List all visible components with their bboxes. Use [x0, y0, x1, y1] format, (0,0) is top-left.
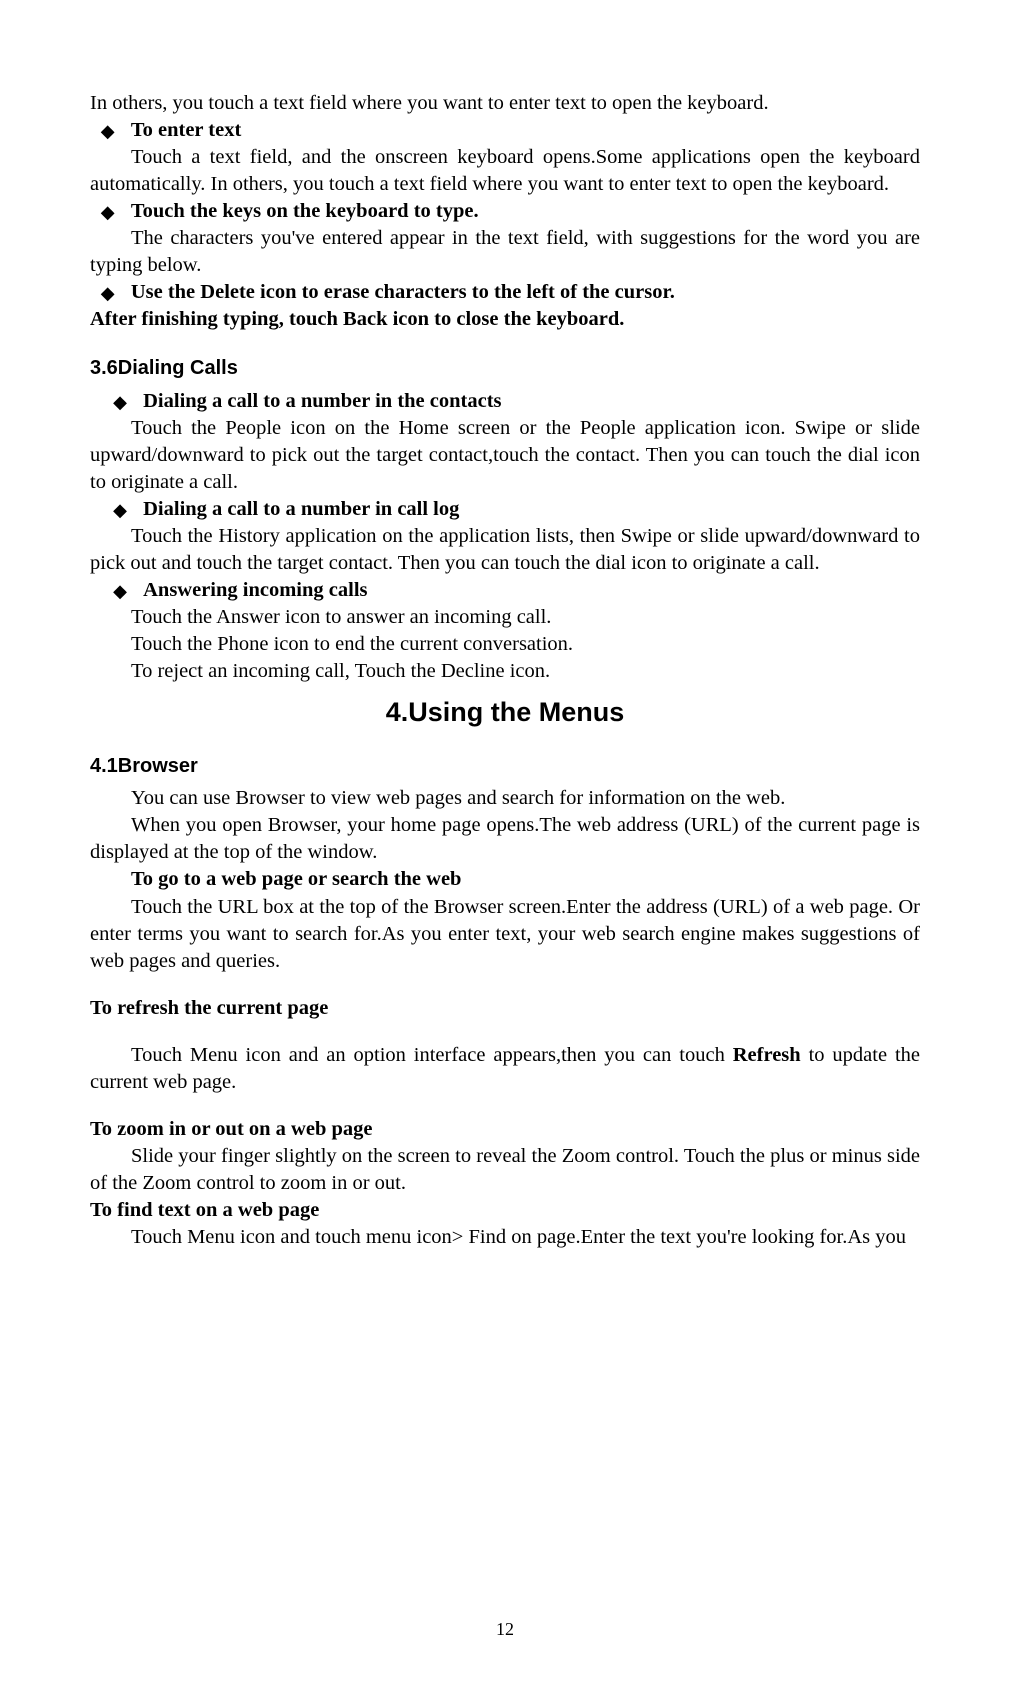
- bullet-dial-call-log: ◆ Dialing a call to a number in call log: [102, 496, 920, 523]
- heading-refresh: To refresh the current page: [90, 995, 920, 1022]
- bullet-to-enter-text: ◆ To enter text: [90, 117, 920, 144]
- diamond-icon: ◆: [101, 284, 115, 302]
- answering-line-3: To reject an incoming call, Touch the De…: [90, 658, 920, 685]
- page-number: 12: [0, 1618, 1010, 1642]
- page-content: In others, you touch a text field where …: [90, 90, 920, 1251]
- body-dial-contacts: Touch the People icon on the Home screen…: [90, 415, 920, 496]
- browser-intro-1: You can use Browser to view web pages an…: [90, 785, 920, 812]
- body-find-text: Touch Menu icon and touch menu icon> Fin…: [90, 1224, 920, 1251]
- refresh-pre: Touch Menu icon and an option interface …: [131, 1044, 733, 1066]
- bullet-touch-keys: ◆ Touch the keys on the keyboard to type…: [90, 198, 920, 225]
- diamond-icon: ◆: [113, 582, 127, 600]
- intro-paragraph: In others, you touch a text field where …: [90, 90, 920, 117]
- bullet-delete-icon: ◆ Use the Delete icon to erase character…: [90, 279, 920, 306]
- diamond-icon: ◆: [101, 203, 115, 221]
- heading-zoom: To zoom in or out on a web page: [90, 1116, 920, 1143]
- browser-intro-2: When you open Browser, your home page op…: [90, 812, 920, 866]
- body-refresh: Touch Menu icon and an option interface …: [90, 1042, 920, 1096]
- answering-line-1: Touch the Answer icon to answer an incom…: [90, 604, 920, 631]
- heading-delete-icon: Use the Delete icon to erase characters …: [131, 279, 675, 306]
- heading-dial-contacts: Dialing a call to a number in the contac…: [143, 388, 501, 415]
- refresh-bold: Refresh: [733, 1044, 801, 1066]
- body-dial-call-log: Touch the History application on the app…: [90, 523, 920, 577]
- bullet-answering: ◆ Answering incoming calls: [102, 577, 920, 604]
- heading-go-to-web: To go to a web page or search the web: [90, 866, 920, 893]
- heading-answering: Answering incoming calls: [143, 577, 367, 604]
- heading-touch-keys: Touch the keys on the keyboard to type.: [131, 198, 479, 225]
- finish-typing-line: After finishing typing, touch Back icon …: [90, 306, 920, 333]
- heading-find-text: To find text on a web page: [90, 1197, 920, 1224]
- chapter-4-title: 4.Using the Menus: [90, 695, 920, 731]
- body-go-to-web: Touch the URL box at the top of the Brow…: [90, 894, 920, 975]
- heading-to-enter-text: To enter text: [131, 117, 241, 144]
- body-touch-keys: The characters you've entered appear in …: [90, 225, 920, 279]
- diamond-icon: ◆: [101, 122, 115, 140]
- body-zoom: Slide your finger slightly on the screen…: [90, 1143, 920, 1197]
- body-to-enter-text: Touch a text field, and the onscreen key…: [90, 144, 920, 198]
- bullet-dial-contacts: ◆ Dialing a call to a number in the cont…: [102, 388, 920, 415]
- section-4-1-title: 4.1Browser: [90, 753, 920, 779]
- section-3-6-title: 3.6Dialing Calls: [90, 355, 920, 381]
- answering-line-2: Touch the Phone icon to end the current …: [90, 631, 920, 658]
- diamond-icon: ◆: [113, 501, 127, 519]
- heading-dial-call-log: Dialing a call to a number in call log: [143, 496, 459, 523]
- diamond-icon: ◆: [113, 393, 127, 411]
